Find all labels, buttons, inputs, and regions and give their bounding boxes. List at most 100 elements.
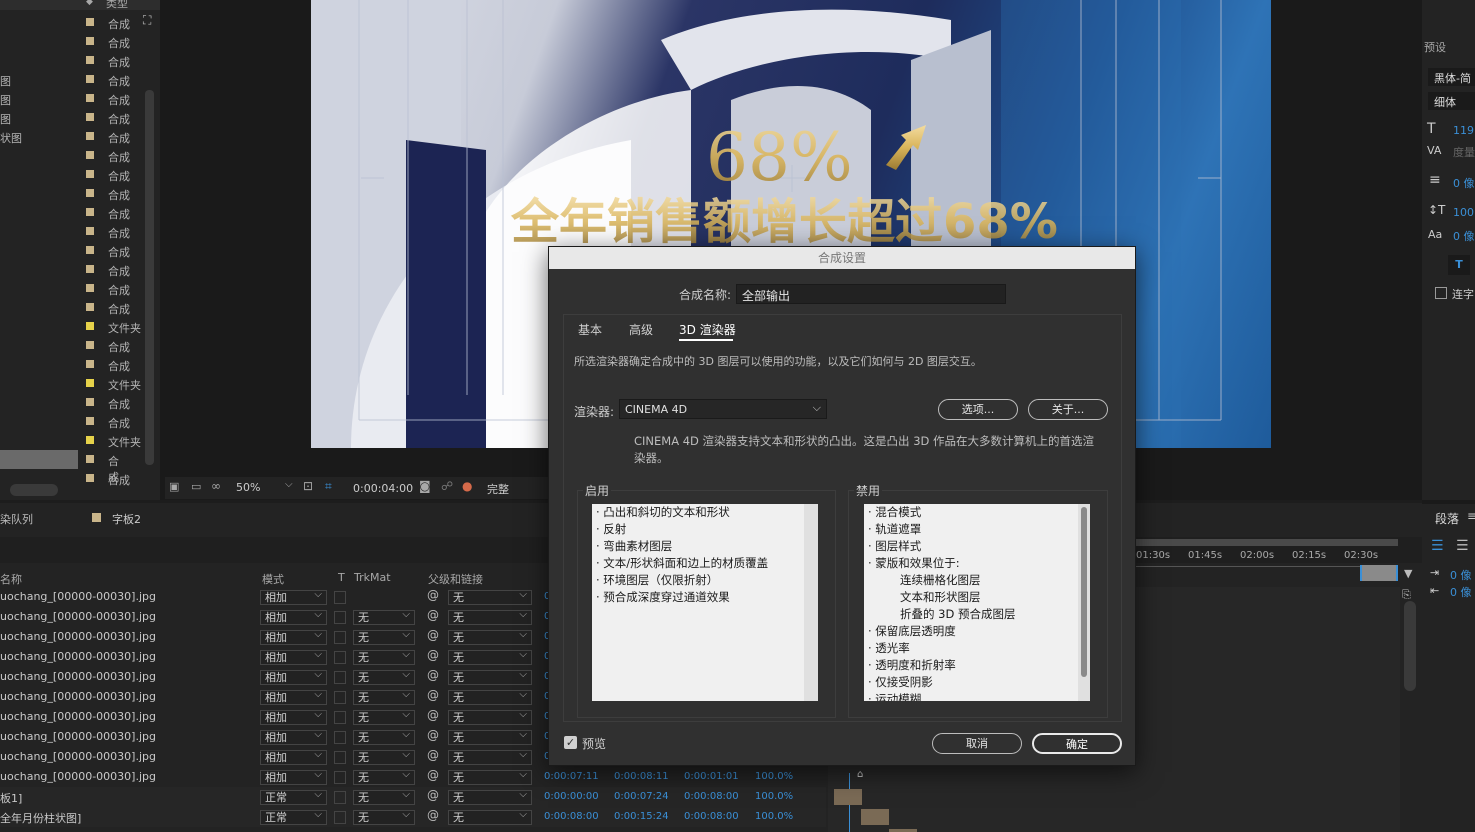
camera-icon[interactable]: ◙ [419, 479, 431, 493]
trkmat-select[interactable]: 无 [353, 668, 415, 685]
ok-button[interactable]: 确定 [1032, 733, 1122, 754]
project-item[interactable]: 文件夹 [0, 317, 145, 336]
end-marker-icon[interactable]: ▼ [1404, 567, 1412, 580]
enabled-list[interactable]: · 凸出和斜切的文本和形状 · 反射 · 弯曲素材图层 · 文本/形状斜面和边上的材质… [592, 504, 818, 701]
layer-timecode[interactable]: 0:00:07:24 [614, 791, 669, 802]
layer-name[interactable]: 板1] [0, 790, 22, 806]
layer-timecode[interactable]: 100.0% [755, 811, 793, 822]
label-swatch[interactable] [86, 379, 94, 387]
pickwhip-icon[interactable]: @ [427, 808, 439, 822]
timeline-vscroll[interactable] [1404, 601, 1416, 691]
trkmat-select[interactable]: 无 [353, 608, 415, 625]
label-swatch[interactable] [86, 151, 94, 159]
label-swatch[interactable] [86, 189, 94, 197]
layer-timecode[interactable]: 0:00:08:00 [684, 811, 739, 822]
mode-select[interactable]: 相加 [260, 588, 327, 605]
disabled-list-scroll-thumb[interactable] [1081, 507, 1087, 677]
trkmat-select[interactable]: 无 [353, 688, 415, 705]
label-swatch[interactable] [86, 341, 94, 349]
keyframe-marker[interactable]: ⌂ [857, 769, 863, 780]
trkmat-select[interactable]: 无 [353, 728, 415, 745]
project-item[interactable]: 合成 [0, 355, 145, 374]
mode-select[interactable]: 相加 [260, 728, 327, 745]
about-button[interactable]: 关于... [1028, 399, 1108, 420]
t-toggle[interactable] [334, 791, 346, 804]
layer-name[interactable]: uochang_[00000-00030].jpg [0, 770, 156, 783]
trkmat-select[interactable]: 无 [353, 748, 415, 765]
label-swatch[interactable] [86, 360, 94, 368]
project-item[interactable]: 合成 [0, 412, 145, 431]
trkmat-select[interactable]: 无 [353, 628, 415, 645]
pickwhip-icon[interactable]: @ [427, 748, 439, 762]
label-swatch[interactable] [86, 18, 94, 26]
t-toggle[interactable] [334, 711, 346, 724]
project-item[interactable]: 合成 [0, 260, 145, 279]
parent-select[interactable]: 无 [448, 708, 532, 725]
pickwhip-icon[interactable]: @ [427, 788, 439, 802]
parent-select[interactable]: 无 [448, 588, 532, 605]
leading-value[interactable]: 0 像 [1453, 175, 1475, 191]
layer-row[interactable]: 全年月份柱状图] 正常 无 @ 无 0:00:08:00 0:00:15:24 0:00:08… [0, 807, 826, 827]
label-swatch[interactable] [86, 94, 94, 102]
disabled-list[interactable]: · 混合模式 · 轨道遮罩 · 图层样式 · 蒙版和效果位于: 连续栅格化图层 文本和形状… [864, 504, 1090, 701]
show-snapshot-icon[interactable]: ☍ [441, 479, 453, 493]
project-item[interactable]: 合成 [0, 279, 145, 298]
layer-name[interactable]: uochang_[00000-00030].jpg [0, 630, 156, 643]
paragraph-menu-icon[interactable]: ≡ [1467, 509, 1475, 523]
project-item[interactable]: 合成 [0, 184, 145, 203]
type-column-header[interactable]: 类型 [106, 0, 128, 11]
parent-select[interactable]: 无 [448, 788, 532, 805]
fit-icon[interactable]: ⊡ [303, 479, 313, 493]
layer-bar[interactable] [834, 789, 862, 805]
label-swatch[interactable] [86, 113, 94, 121]
trkmat-select[interactable]: 无 [353, 708, 415, 725]
mode-select[interactable]: 正常 [260, 808, 327, 825]
label-swatch[interactable] [86, 436, 94, 444]
flowchart-icon[interactable]: ⛶ [143, 13, 151, 28]
baseline-shift-value[interactable]: 0 像 [1453, 228, 1475, 244]
mode-select[interactable]: 相加 [260, 628, 327, 645]
label-swatch[interactable] [86, 170, 94, 178]
t-toggle[interactable] [334, 631, 346, 644]
time-navigator[interactable] [1360, 565, 1398, 581]
project-item[interactable]: 合成 [0, 450, 119, 484]
col-t[interactable]: T [338, 571, 345, 584]
parent-select[interactable]: 无 [448, 728, 532, 745]
pickwhip-icon[interactable]: @ [427, 708, 439, 722]
monitor-icon[interactable]: ▭ [191, 480, 201, 493]
layer-timecode[interactable]: 0:00:00:00 [544, 791, 599, 802]
crop-icon[interactable]: ⌗ [325, 479, 332, 494]
label-swatch[interactable] [86, 227, 94, 235]
col-name[interactable]: 名称 [0, 571, 22, 587]
zoom-select[interactable]: 50% [236, 481, 260, 494]
layer-bar[interactable] [861, 809, 889, 825]
trkmat-select[interactable]: 无 [353, 648, 415, 665]
label-swatch[interactable] [86, 417, 94, 425]
pickwhip-icon[interactable]: @ [427, 648, 439, 662]
t-toggle[interactable] [334, 771, 346, 784]
disabled-list-scrollbar[interactable] [1078, 504, 1090, 701]
tab-render-queue[interactable]: 染队列 [0, 511, 33, 527]
layer-timecode[interactable]: 0:00:15:24 [614, 811, 669, 822]
label-swatch[interactable] [86, 474, 94, 482]
font-family-select[interactable]: 黑体-简 [1428, 68, 1475, 86]
label-swatch[interactable] [86, 265, 94, 273]
comp-button-icon[interactable]: ⎘ [1402, 588, 1411, 602]
pickwhip-icon[interactable]: @ [427, 668, 439, 682]
parent-select[interactable]: 无 [448, 668, 532, 685]
layer-timecode[interactable]: 0:00:07:11 [544, 771, 599, 782]
indent-first-value[interactable]: 0 像 [1450, 584, 1472, 600]
indent-left-value[interactable]: 0 像 [1450, 567, 1472, 583]
project-item[interactable]: 状图 合成 [0, 127, 145, 146]
resolution-select[interactable]: 完整 [487, 481, 509, 497]
pickwhip-icon[interactable]: @ [427, 768, 439, 782]
color-channels-icon[interactable]: ● [462, 479, 472, 493]
t-toggle[interactable] [334, 751, 346, 764]
preview-checkbox[interactable]: ✓ [564, 736, 577, 749]
trkmat-select[interactable]: 无 [353, 788, 415, 805]
project-item[interactable]: 文件夹 [0, 431, 145, 450]
ligature-checkbox[interactable] [1435, 287, 1447, 299]
col-mode[interactable]: 模式 [262, 571, 284, 587]
project-item[interactable]: 合成 [0, 165, 145, 184]
t-toggle[interactable] [334, 731, 346, 744]
